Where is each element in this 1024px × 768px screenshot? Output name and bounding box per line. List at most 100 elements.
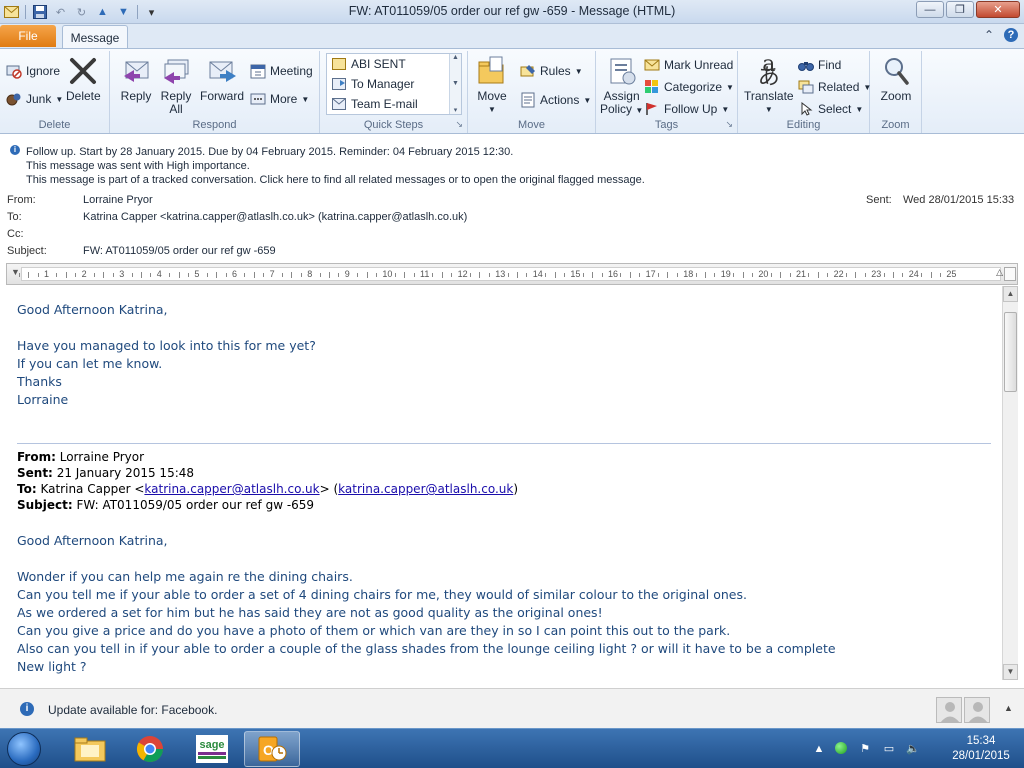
ignore-button[interactable]: Ignore	[6, 63, 60, 79]
reply-button[interactable]: Reply	[120, 55, 152, 103]
related-label: Related	[818, 80, 860, 94]
ruler-tick	[827, 273, 829, 277]
from-value[interactable]: Lorraine Pryor	[83, 194, 153, 206]
cc-label: Cc:	[7, 228, 24, 240]
vertical-scrollbar[interactable]: ▲ ▼	[1002, 286, 1018, 680]
quick-step-team-email[interactable]: Team E-mail	[327, 94, 461, 114]
dialog-launcher-icon[interactable]: ↘	[455, 119, 463, 130]
minimize-ribbon-icon[interactable]: ⌃	[984, 28, 994, 42]
ruler-tick	[658, 273, 659, 277]
fwd-to-email-link-2[interactable]: katrina.capper@atlaslh.co.uk	[338, 482, 513, 496]
message-body[interactable]: Good Afternoon Katrina, Have you managed…	[6, 286, 1002, 680]
expand-pane-icon[interactable]: ▲	[1004, 703, 1013, 713]
scroll-thumb[interactable]	[1004, 312, 1017, 392]
zoom-button[interactable]: Zoom	[880, 55, 912, 103]
ruler-tick	[893, 272, 894, 278]
info-icon: i	[10, 145, 20, 155]
action-center-flag-icon[interactable]: ⚑	[858, 742, 872, 756]
related-button[interactable]: Related ▼	[798, 79, 871, 95]
select-button[interactable]: Select ▼	[798, 101, 863, 117]
group-label-move: Move	[518, 119, 545, 131]
fwd-to-email-link[interactable]: katrina.capper@atlaslh.co.uk	[144, 482, 319, 496]
windows-logo-icon	[7, 732, 41, 766]
to-value[interactable]: Katrina Capper <katrina.capper@atlaslh.c…	[83, 211, 467, 223]
avatar[interactable]	[936, 697, 962, 723]
ruler-tick	[855, 272, 857, 278]
info-bar[interactable]: i Follow up. Start by 28 January 2015. D…	[0, 135, 1024, 187]
rules-button[interactable]: Rules ▼	[520, 63, 583, 79]
junk-button[interactable]: Junk ▼	[6, 91, 63, 107]
close-button[interactable]: ✕	[976, 1, 1020, 18]
actions-button[interactable]: Actions ▼	[520, 92, 591, 108]
categorize-button[interactable]: Categorize ▼	[644, 79, 734, 95]
system-clock[interactable]: 15:34 28/01/2015	[946, 734, 1016, 764]
tracked-conversation-info[interactable]: This message is part of a tracked conver…	[26, 174, 645, 186]
volume-icon[interactable]: 🔈	[906, 742, 920, 756]
move-button[interactable]: Move ▼	[476, 55, 508, 116]
fwd-line: Wonder if you can help me again re the d…	[17, 569, 353, 584]
quick-step-label: To Manager	[351, 77, 415, 91]
ruler-tick	[808, 273, 810, 277]
ruler-tick	[150, 273, 152, 277]
ruler-number: 25	[946, 269, 957, 279]
ruler-tick	[432, 273, 434, 277]
follow-up-button[interactable]: Follow Up ▼	[644, 101, 729, 117]
ruler-tick	[883, 273, 885, 277]
quick-step-abi-sent[interactable]: ABI SENT	[327, 54, 461, 74]
more-respond-button[interactable]: More ▼	[250, 91, 309, 107]
reply-all-button[interactable]: Reply All	[160, 55, 192, 116]
quick-steps-scroller[interactable]: ▲ ▼ ▾	[449, 54, 461, 114]
ruler-tick	[470, 273, 471, 277]
ruler-tick	[592, 272, 594, 278]
show-hidden-icons-icon[interactable]: ▲	[812, 742, 826, 756]
ruler-tick	[564, 273, 565, 277]
help-icon[interactable]: ?	[1004, 28, 1018, 42]
find-button[interactable]: Find	[798, 57, 841, 73]
ruler-tick	[902, 273, 904, 277]
tab-file[interactable]: File	[0, 25, 56, 47]
forward-button[interactable]: Forward	[200, 55, 244, 103]
avatar[interactable]	[964, 697, 990, 723]
chevron-down-icon: ▼	[764, 105, 773, 114]
ruler-tick	[488, 273, 490, 277]
group-label-editing: Editing	[786, 119, 821, 131]
mark-unread-button[interactable]: Mark Unread	[644, 57, 733, 73]
tab-message[interactable]: Message	[62, 25, 128, 49]
right-indent-marker-icon[interactable]: △	[996, 267, 1003, 278]
chrome-taskbar-button[interactable]	[122, 731, 178, 767]
ruler-number: 12	[457, 269, 468, 279]
scroll-down-icon[interactable]: ▼	[1003, 664, 1018, 680]
network-icon[interactable]: ▭	[882, 742, 896, 756]
scroll-up-icon[interactable]: ▲	[452, 54, 459, 61]
update-notice[interactable]: Update available for: Facebook.	[48, 703, 217, 717]
expand-gallery-icon[interactable]: ▾	[454, 106, 458, 114]
fwd-greeting: Good Afternoon Katrina,	[17, 533, 168, 548]
indent-marker-icon[interactable]: ▼	[11, 267, 20, 277]
scroll-down-icon[interactable]: ▼	[452, 80, 459, 87]
scroll-up-icon[interactable]: ▲	[1003, 286, 1018, 302]
quick-step-to-manager[interactable]: To Manager	[327, 74, 461, 94]
sent-value: Wed 28/01/2015 15:33	[903, 194, 1015, 206]
minimize-button[interactable]: —	[916, 1, 944, 18]
start-button[interactable]	[2, 730, 46, 768]
ruler-tick	[846, 273, 847, 277]
status-dot-icon[interactable]	[834, 742, 848, 756]
mark-unread-icon	[644, 57, 660, 73]
meeting-button[interactable]: Meeting	[250, 63, 313, 79]
explorer-taskbar-button[interactable]	[62, 731, 118, 767]
dialog-launcher-icon[interactable]: ↘	[725, 119, 733, 130]
ruler-number: 18	[683, 269, 694, 279]
fwd-line: As we ordered a set for him but he has s…	[17, 605, 603, 620]
ruler-tick	[733, 273, 735, 277]
ruler-tick	[253, 272, 255, 278]
maximize-button[interactable]: ❐	[946, 1, 974, 18]
policy-icon	[606, 55, 638, 87]
ruler[interactable]: 1 2 3 4 5 6 7 8 9 10 11 12 13 14 15 16 17 18 19 20 21 22 23 24 2…	[6, 263, 1018, 285]
sage-taskbar-button[interactable]: sage	[184, 731, 240, 767]
assign-policy-button[interactable]: Assign Policy ▼	[600, 55, 643, 117]
delete-icon	[67, 55, 99, 87]
outlook-taskbar-button[interactable]: O	[244, 731, 300, 767]
delete-button[interactable]: Delete	[66, 55, 101, 103]
translate-button[interactable]: aあ Translate ▼	[744, 54, 794, 116]
ruler-toggle-icon[interactable]	[1004, 267, 1016, 281]
